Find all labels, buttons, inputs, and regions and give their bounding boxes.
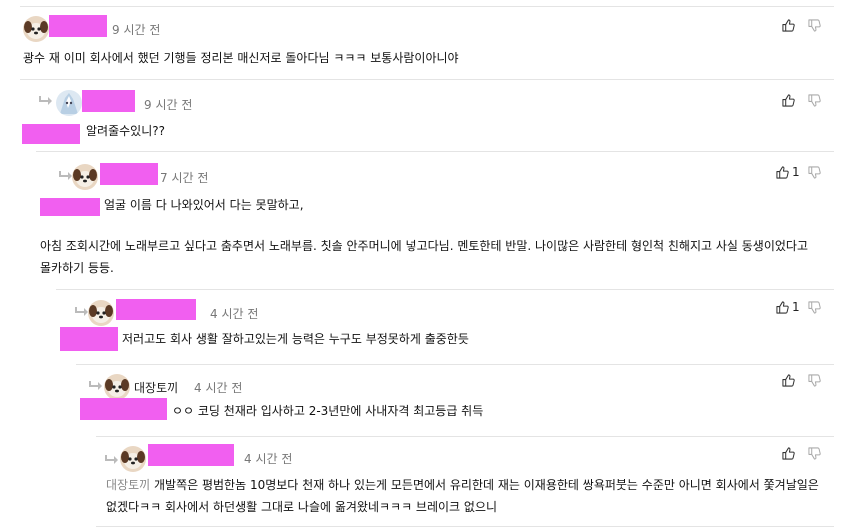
dog-avatar-icon[interactable]: [88, 300, 114, 326]
comment-divider: [96, 436, 834, 437]
thumbs-up-icon: [782, 373, 795, 387]
timestamp: 4 시간 전: [244, 452, 293, 466]
username[interactable]: 대장토끼: [134, 379, 178, 396]
comment-body: 저러고도 회사 생활 잘하고있는게 능력은 누구도 부정못하게 출중한듯: [122, 332, 469, 346]
redacted-mention: [40, 198, 100, 216]
comment-body-text: 개발쪽은 평범한놈 10명보다 천재 하나 있는게 모든면에서 유리한데 재는 …: [106, 478, 819, 514]
like-count: 1: [792, 165, 800, 179]
reply-arrow-icon: [89, 381, 102, 390]
like-button[interactable]: [782, 372, 798, 388]
ice-avatar-icon[interactable]: [56, 90, 82, 116]
redacted-username: [100, 163, 158, 185]
reply-arrow-icon: [39, 96, 52, 105]
comment-divider: [36, 151, 834, 152]
comment-body: 광수 재 이미 회사에서 했던 기행들 정리본 매신저로 돌아다님 ㅋㅋㅋ 보통…: [23, 51, 459, 65]
like-button[interactable]: [782, 92, 798, 108]
thumbs-down-icon[interactable]: [808, 301, 821, 314]
timestamp: 4 시간 전: [194, 381, 243, 395]
like-button[interactable]: [782, 445, 798, 461]
dog-avatar-icon[interactable]: [23, 16, 49, 42]
timestamp: 9 시간 전: [112, 23, 161, 37]
top-divider: [20, 6, 834, 7]
redacted-mention: [80, 398, 167, 420]
timestamp: 7 시간 전: [160, 171, 209, 185]
dog-avatar-icon[interactable]: [72, 164, 98, 190]
thumbs-up-icon: [782, 446, 795, 460]
redacted-username: [82, 90, 135, 112]
comment-body: ㅇㅇ 코딩 천재라 입사하고 2-3년만에 사내자격 최고등급 취득: [172, 404, 484, 418]
comment-divider: [56, 289, 834, 290]
comment-divider: [20, 79, 834, 80]
thumbs-down-icon[interactable]: [808, 374, 821, 387]
like-count: 1: [792, 300, 800, 314]
redacted-username: [116, 299, 196, 320]
thumbs-down-icon[interactable]: [808, 94, 821, 107]
like-button[interactable]: [782, 17, 798, 33]
redacted-mention: [22, 124, 80, 144]
thumbs-down-icon[interactable]: [808, 447, 821, 460]
thumbs-up-icon: [782, 93, 795, 107]
thumbs-down-icon[interactable]: [808, 166, 821, 179]
thumbs-up-icon: [782, 18, 795, 32]
like-button[interactable]: 1: [776, 164, 800, 180]
mention-link[interactable]: 대장토끼: [106, 478, 150, 492]
thumbs-up-icon: [776, 165, 789, 179]
dog-avatar-icon[interactable]: [104, 374, 130, 400]
comment-body: 알려줄수있니??: [86, 124, 165, 138]
redacted-mention: [60, 327, 118, 351]
thumbs-up-icon: [776, 300, 789, 314]
comment-body-paragraph: 아침 조회시간에 노래부르고 싶다고 춤추면서 노래부름. 칫솔 안주머니에 넣…: [40, 239, 808, 275]
thumbs-down-icon[interactable]: [808, 19, 821, 32]
comment-divider: [96, 526, 834, 527]
redacted-username: [49, 15, 107, 37]
reply-arrow-icon: [105, 455, 118, 464]
redacted-username: [148, 444, 234, 466]
timestamp: 9 시간 전: [144, 98, 193, 112]
dog-avatar-icon[interactable]: [120, 446, 146, 472]
comment-body: 대장토끼 개발쪽은 평범한놈 10명보다 천재 하나 있는게 모든면에서 유리한…: [106, 474, 822, 518]
comment-divider: [76, 364, 834, 365]
comment-body: 얼굴 이름 다 나와있어서 다는 못말하고,: [104, 198, 304, 212]
timestamp: 4 시간 전: [210, 307, 259, 321]
like-button[interactable]: 1: [776, 299, 800, 315]
